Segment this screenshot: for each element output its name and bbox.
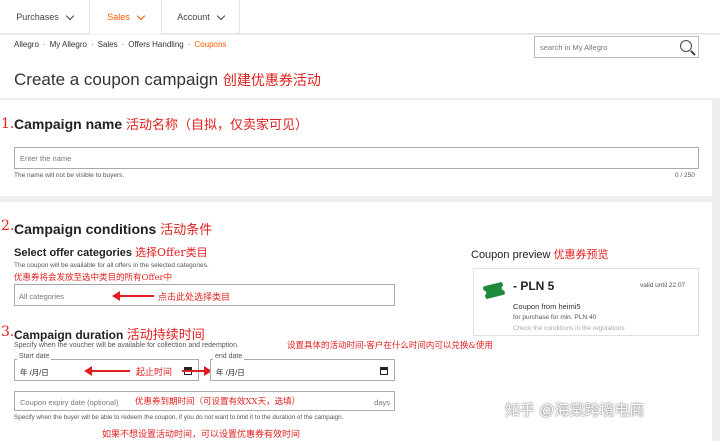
- chevron-down-icon: [136, 11, 145, 20]
- coupon-expiry-helper: Specify when the buyer will be able to r…: [14, 414, 344, 421]
- coupon-min-purchase: for purchase for min. PLN 40: [513, 314, 597, 321]
- breadcrumb-sales[interactable]: Sales: [98, 40, 118, 49]
- campaign-duration-title-text: Campaign duration: [14, 328, 124, 342]
- annotation-arrow-icon: [84, 366, 130, 376]
- tab-sales-label: Sales: [107, 12, 130, 22]
- coupon-expiry-unit: days: [374, 398, 390, 407]
- date-range-note: 起止时间: [136, 368, 173, 378]
- offer-categories-title-text: Select offer categories: [14, 247, 132, 259]
- campaign-conditions-title: Campaign conditions 活动条件: [14, 219, 212, 238]
- chevron-down-icon: [216, 11, 226, 20]
- campaign-conditions-title-note: 活动条件: [160, 223, 213, 238]
- ticket-icon: [482, 281, 506, 300]
- offer-categories-desc: The coupon will be available for all off…: [14, 262, 209, 269]
- offer-categories-title-note: 选择Offer类目: [135, 246, 208, 259]
- watermark: 知乎 @海棠跨境电商: [505, 402, 645, 419]
- search-input[interactable]: search in My Allegro: [534, 36, 699, 58]
- coupon-expiry-placeholder: Coupon expiry date (optional): [20, 398, 119, 407]
- coupon-preview-title: Coupon preview 优惠券预览: [471, 246, 609, 262]
- calendar-icon[interactable]: [380, 367, 388, 375]
- tab-purchases-label: Purchases: [16, 12, 59, 22]
- categories-placeholder: All categories: [19, 292, 65, 301]
- chevron-down-icon: [65, 11, 75, 20]
- breadcrumb-coupons: Coupons: [194, 40, 227, 49]
- tab-account[interactable]: Account: [162, 0, 240, 34]
- top-nav: Purchases Sales Account: [0, 0, 720, 34]
- campaign-duration-desc-note: 设置具体的活动时间-客户在什么时间内可以兑换&使用: [287, 341, 493, 351]
- campaign-name-helper: The name will not be visible to buyers.: [14, 172, 125, 179]
- categories-arrow-note: 点击此处选择类目: [158, 293, 231, 303]
- coupon-preview-title-note: 优惠券预览: [553, 248, 609, 261]
- campaign-duration-desc: Specify when the voucher will be availab…: [14, 342, 239, 349]
- annotation-arrow-icon: [182, 366, 212, 376]
- offer-categories-title: Select offer categories 选择Offer类目: [14, 244, 208, 260]
- campaign-duration-title-note: 活动持续时间: [126, 328, 205, 343]
- breadcrumb-offers-handling[interactable]: Offers Handling: [128, 40, 183, 49]
- campaign-conditions-title-text: Campaign conditions: [14, 221, 157, 237]
- breadcrumb: Allegro · My Allegro · Sales · Offers Handling…: [14, 40, 227, 49]
- breadcrumb-my-allegro[interactable]: My Allegro: [50, 40, 87, 49]
- coupon-valid-until: valid until 22.07: [640, 282, 686, 289]
- end-date-label: end date: [213, 353, 245, 360]
- page-title: Create a coupon campaign 创建优惠券活动: [14, 70, 321, 90]
- campaign-name-input[interactable]: Enter the name: [14, 147, 699, 169]
- tab-account-label: Account: [177, 12, 210, 22]
- search-placeholder: search in My Allegro: [540, 43, 608, 52]
- start-date-value: 年 /月/日: [20, 368, 49, 377]
- section-number-3: 3.: [1, 324, 15, 340]
- bottom-note: 如果不想设置活动时间，可以设置优惠券有效时间: [102, 430, 301, 440]
- coupon-expiry-note: 优惠券到期时间（可设置有效XX天，选填）: [135, 397, 301, 407]
- search-icon[interactable]: [680, 40, 692, 52]
- section-number-1: 1.: [1, 116, 15, 132]
- annotation-arrow-icon: [112, 291, 154, 301]
- coupon-from: Coupon from heimi5: [513, 302, 581, 311]
- coupon-preview-card: - PLN 5 valid until 22.07 Coupon from he…: [473, 268, 699, 336]
- campaign-name-placeholder: Enter the name: [20, 154, 72, 163]
- tab-sales[interactable]: Sales: [90, 0, 162, 34]
- campaign-name-title: Campaign name 活动名称（自拟，仅卖家可见）: [14, 114, 308, 133]
- breadcrumb-allegro[interactable]: Allegro: [14, 40, 39, 49]
- campaign-name-title-text: Campaign name: [14, 116, 123, 132]
- campaign-duration-title: Campaign duration 活动持续时间: [14, 324, 205, 343]
- coupon-check-conditions[interactable]: Check the conditions in the regulations: [513, 325, 625, 332]
- section-number-2: 2.: [1, 218, 15, 234]
- coupon-preview-title-text: Coupon preview: [471, 249, 551, 261]
- end-date-value: 年 /月/日: [216, 368, 245, 377]
- page-title-note: 创建优惠券活动: [222, 73, 321, 89]
- tab-purchases[interactable]: Purchases: [0, 0, 90, 34]
- campaign-name-title-note: 活动名称（自拟，仅卖家可见）: [126, 118, 309, 133]
- start-date-label: Start date: [17, 353, 52, 360]
- offer-categories-desc-note: 优惠券将会发放至选中类目的所有Offer中: [14, 273, 173, 283]
- page-title-text: Create a coupon campaign: [14, 70, 219, 89]
- campaign-name-counter: 0 / 250: [675, 172, 695, 179]
- end-date-input[interactable]: 年 /月/日: [210, 359, 395, 381]
- coupon-amount: - PLN 5: [513, 279, 555, 293]
